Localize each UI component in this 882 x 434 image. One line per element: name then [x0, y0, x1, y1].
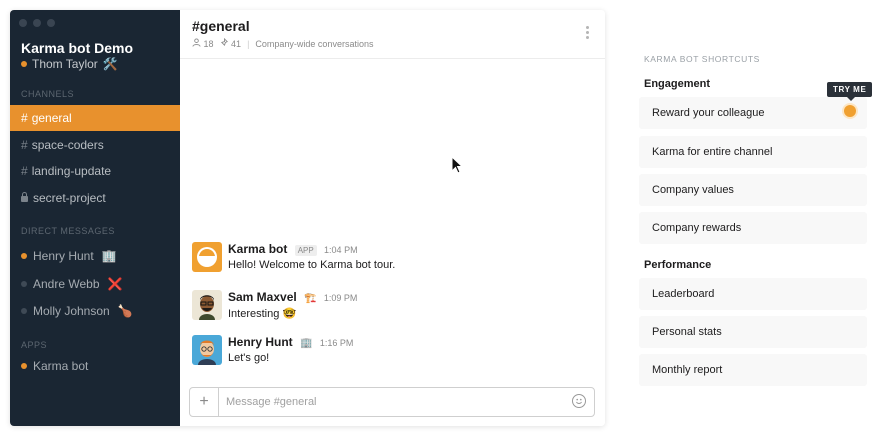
app-label: Karma bot: [33, 359, 89, 373]
message-time[interactable]: 1:09 PM: [324, 293, 358, 303]
meta-divider: |: [247, 38, 250, 49]
channel-label: landing-update: [31, 164, 112, 178]
presence-dot-icon: [21, 363, 27, 369]
current-user-name: Thom Taylor: [32, 57, 98, 71]
dm-status-emoji: 🏢: [101, 249, 117, 263]
shortcut-company-values[interactable]: Company values: [639, 174, 867, 206]
dm-item-henry-hunt[interactable]: Henry Hunt 🏢: [21, 249, 117, 263]
minimize-window-icon[interactable]: [33, 19, 41, 27]
karma-bot-avatar-icon: [192, 242, 222, 272]
member-count[interactable]: 18: [192, 38, 214, 49]
channels-section-title[interactable]: CHANNELS: [21, 89, 74, 99]
message-text: Hello! Welcome to Karma bot tour.: [228, 259, 396, 271]
dm-status-emoji: ❌: [107, 277, 123, 291]
hash-icon: #: [21, 164, 28, 178]
window-controls: [19, 19, 55, 27]
close-window-icon[interactable]: [19, 19, 27, 27]
dm-status-emoji: 🍗: [117, 304, 133, 318]
author-status-emoji: 🏗️: [304, 293, 317, 304]
mouse-cursor-icon: [451, 156, 463, 174]
message-author[interactable]: Karma bot: [228, 242, 287, 256]
avatar[interactable]: [192, 335, 222, 365]
sidebar-item-secret-project[interactable]: secret-project: [10, 185, 180, 211]
channel-label: secret-project: [33, 191, 106, 205]
channel-header: #general 18 41 | Company-wide conversati…: [180, 10, 605, 59]
direct-messages-section-title[interactable]: DIRECT MESSAGES: [21, 226, 115, 236]
message-item: Sam Maxvel 🏗️ 1:09 PM Interesting 🤓: [192, 290, 592, 326]
presence-dot-icon: [21, 253, 27, 259]
message-emoji: 🤓: [282, 308, 297, 320]
app-badge: APP: [294, 245, 317, 256]
message-input[interactable]: [226, 393, 546, 411]
pin-icon: [220, 37, 228, 47]
sidebar: Karma bot Demo Thom Taylor 🛠️ CHANNELS #…: [10, 10, 180, 426]
hash-icon: #: [21, 138, 28, 152]
channel-label: space-coders: [31, 138, 104, 152]
pinned-count[interactable]: 41: [220, 37, 241, 49]
performance-heading: Performance: [644, 259, 712, 271]
emoji-picker-icon[interactable]: [572, 394, 586, 408]
channel-label: general: [31, 111, 72, 125]
message-item: Karma bot APP 1:04 PM Hello! Welcome to …: [192, 242, 592, 278]
channel-title[interactable]: #general: [192, 18, 250, 34]
message-item: Henry Hunt 🏢 1:16 PM Let's go!: [192, 335, 592, 371]
current-user[interactable]: Thom Taylor 🛠️: [21, 57, 118, 71]
henry-hunt-avatar-icon: [192, 335, 222, 365]
dm-label: Andre Webb: [33, 277, 100, 291]
shortcuts-title: KARMA BOT SHORTCUTS: [644, 54, 760, 64]
shortcut-karma-entire-channel[interactable]: Karma for entire channel: [639, 136, 867, 168]
sidebar-item-space-coders[interactable]: # space-coders: [10, 132, 180, 158]
engagement-heading: Engagement: [644, 78, 711, 90]
smile-face-icon: [576, 398, 582, 404]
app-item-karma-bot[interactable]: Karma bot: [21, 359, 88, 373]
avatar[interactable]: [192, 242, 222, 272]
sidebar-item-landing-update[interactable]: # landing-update: [10, 158, 180, 184]
attach-plus-icon[interactable]: +: [190, 388, 219, 416]
sam-maxvel-avatar-icon: [192, 290, 222, 320]
dm-item-molly-johnson[interactable]: Molly Johnson 🍗: [21, 304, 133, 318]
message-time[interactable]: 1:04 PM: [324, 245, 358, 255]
message-author[interactable]: Henry Hunt: [228, 335, 293, 349]
maximize-window-icon[interactable]: [47, 19, 55, 27]
dm-label: Henry Hunt: [33, 249, 94, 263]
channel-description: Company-wide conversations: [255, 38, 374, 49]
try-me-hotspot[interactable]: [844, 105, 856, 117]
channel-view: #general 18 41 | Company-wide conversati…: [180, 10, 605, 426]
app-window: Karma bot Demo Thom Taylor 🛠️ CHANNELS #…: [10, 10, 605, 426]
shortcut-personal-stats[interactable]: Personal stats: [639, 316, 867, 348]
person-icon: [192, 38, 201, 47]
message-composer: +: [189, 387, 595, 417]
shortcut-reward-colleague[interactable]: Reward your colleague: [639, 97, 867, 129]
apps-section-title[interactable]: APPS: [21, 340, 47, 350]
hash-icon: #: [21, 111, 28, 125]
shortcut-company-rewards[interactable]: Company rewards: [639, 212, 867, 244]
presence-dot-icon: [21, 61, 27, 67]
shortcut-monthly-report[interactable]: Monthly report: [639, 354, 867, 386]
lock-icon: [21, 192, 28, 202]
workspace-name[interactable]: Karma bot Demo: [21, 40, 133, 56]
message-time[interactable]: 1:16 PM: [320, 338, 354, 348]
dm-label: Molly Johnson: [33, 304, 110, 318]
more-options-icon[interactable]: [586, 26, 589, 39]
user-status-emoji: 🛠️: [102, 57, 118, 71]
try-me-tooltip: TRY ME: [827, 82, 873, 101]
avatar[interactable]: [192, 290, 222, 320]
message-text: Let's go!: [228, 352, 270, 364]
dm-item-andre-webb[interactable]: Andre Webb ❌: [21, 277, 122, 291]
presence-dot-icon: [21, 308, 27, 314]
presence-dot-icon: [21, 281, 27, 287]
shortcut-leaderboard[interactable]: Leaderboard: [639, 278, 867, 310]
channel-meta: 18 41 | Company-wide conversations: [192, 37, 374, 49]
message-text: Interesting: [228, 308, 280, 320]
shortcuts-panel: KARMA BOT SHORTCUTS Engagement Reward yo…: [639, 0, 869, 434]
sidebar-item-general[interactable]: # general: [10, 105, 180, 131]
author-status-emoji: 🏢: [300, 338, 313, 349]
message-author[interactable]: Sam Maxvel: [228, 290, 297, 304]
